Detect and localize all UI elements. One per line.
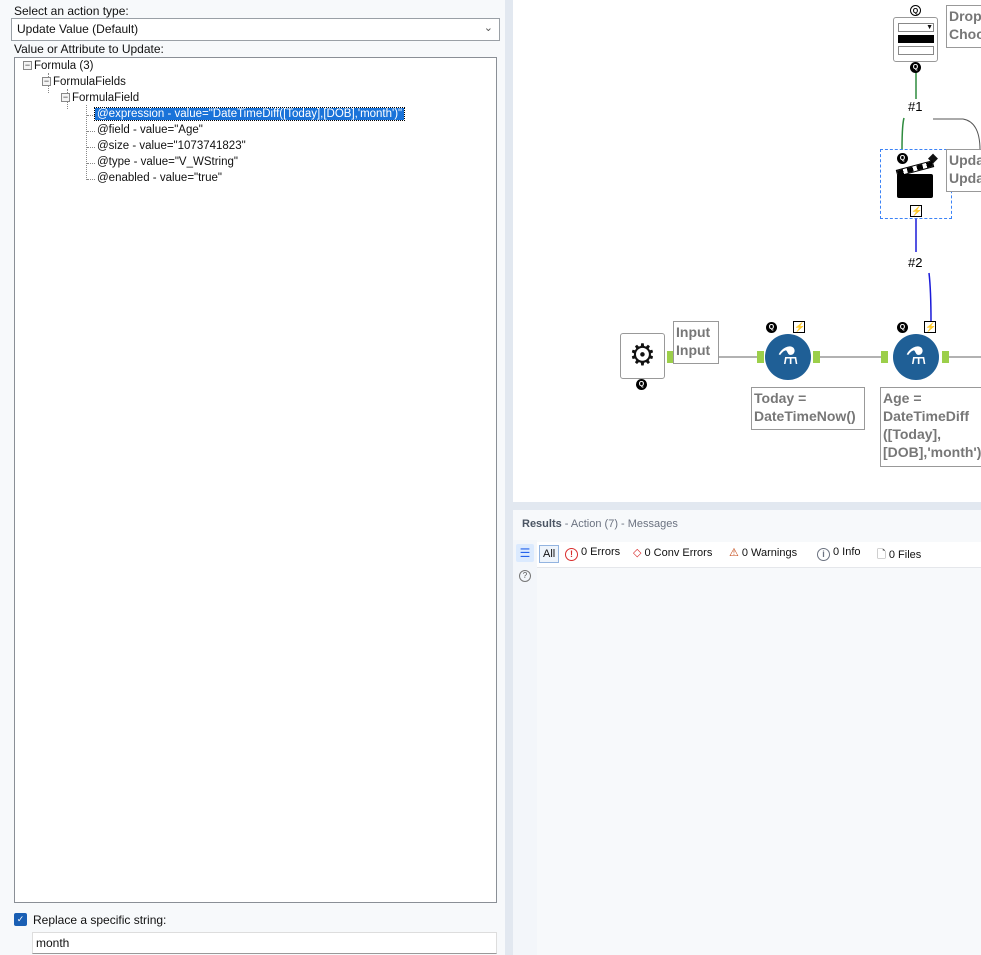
workflow-canvas[interactable]: Q ▼ Q Drop Choo #1 Q ◆ ⚡ Upda Upda #2 ⚙ … [513, 0, 981, 502]
question-anchor-icon: Q [636, 379, 647, 390]
filter-files-button[interactable]: 🗋 0 Files [877, 546, 921, 565]
connection-label-2: #2 [908, 255, 923, 270]
output-anchor[interactable] [813, 351, 820, 363]
bolt-anchor-icon: ⚡ [910, 205, 923, 217]
conv-errors-count: 0 Conv Errors [644, 547, 713, 559]
input-annotation: Input Input [673, 321, 719, 364]
action-type-value: Update Value (Default) [17, 22, 139, 36]
action-annotation: Upda Upda [946, 149, 981, 192]
question-anchor-icon: Q [910, 5, 921, 16]
filter-errors-button[interactable]: ! 0 Errors [565, 546, 620, 561]
errors-count: 0 Errors [581, 546, 621, 558]
tree-leaf-expression[interactable]: @expression - value="DateTimeDiff([Today… [93, 107, 406, 121]
info-icon: i [817, 548, 830, 561]
formula-tool-1[interactable]: ⚗ [765, 334, 811, 380]
results-filter-bar: All ! 0 Errors ◇ 0 Conv Errors ⚠ 0 Warnings… [537, 542, 981, 568]
results-sidebar: ☰ ? [513, 540, 537, 955]
filter-warnings-button[interactable]: ⚠ 0 Warnings [729, 546, 797, 559]
flask-icon: ⚗ [905, 343, 927, 370]
action-type-label: Select an action type: [14, 4, 129, 18]
action-type-select[interactable]: Update Value (Default) ⌄ [11, 18, 500, 41]
tree-node-formula[interactable]: − Formula (3) [23, 59, 93, 74]
tree-leaf-field[interactable]: @field - value="Age" [97, 123, 203, 138]
question-anchor-icon: Q [910, 62, 921, 73]
filter-conv-errors-button[interactable]: ◇ 0 Conv Errors [633, 546, 712, 559]
info-count: 0 Info [833, 546, 861, 558]
replace-string-label: Replace a specific string: [33, 913, 167, 927]
bolt-anchor-icon: ⚡ [924, 321, 937, 333]
value-attribute-label: Value or Attribute to Update: [14, 42, 164, 56]
collapse-icon[interactable]: − [42, 77, 51, 86]
input-anchor[interactable] [757, 351, 764, 363]
clapperboard-icon [897, 174, 933, 198]
tree-node-label: FormulaField [72, 92, 140, 104]
conv-error-icon: ◇ [633, 547, 642, 559]
output-anchor[interactable] [942, 351, 949, 363]
tree-node-label: Formula (3) [34, 60, 94, 72]
formula1-annotation: Today = DateTimeNow() [751, 387, 865, 430]
formula2-annotation: Age = DateTimeDiff ([Today], [DOB],'mont… [880, 387, 981, 467]
dropdown-tool[interactable]: ▼ [893, 17, 938, 62]
file-icon: 🗋 [877, 549, 886, 561]
configuration-panel: Select an action type: Update Value (Def… [0, 0, 505, 955]
replace-string-input[interactable]: month [32, 932, 497, 954]
results-subtitle: - Action (7) - Messages [561, 518, 678, 530]
collapse-icon[interactable]: − [61, 93, 70, 102]
action-tool[interactable]: Q ◆ ⚡ [880, 149, 952, 219]
filter-info-button[interactable]: i0 Info [817, 546, 861, 561]
question-anchor-icon: Q [897, 153, 908, 164]
bolt-anchor-icon: ⚡ [793, 321, 806, 333]
help-icon[interactable]: ? [519, 570, 531, 582]
files-count: 0 Files [888, 549, 922, 561]
flask-icon: ⚗ [777, 343, 799, 370]
horizontal-splitter[interactable] [513, 502, 981, 510]
vertical-splitter[interactable] [505, 0, 513, 955]
tree-node-label: FormulaFields [53, 76, 126, 88]
connection-label-1: #1 [908, 99, 923, 114]
attribute-tree[interactable]: − Formula (3) − FormulaFields − FormulaFiel… [14, 57, 497, 903]
macro-input-tool[interactable]: ⚙ [620, 333, 665, 379]
replace-string-checkbox[interactable]: ✓ [14, 913, 27, 926]
warnings-count: 0 Warnings [741, 547, 798, 559]
dropdown-annotation: Drop Choo [946, 5, 981, 48]
question-anchor-icon: Q [897, 322, 908, 333]
gear-arrow-icon: ⚙ [629, 339, 656, 372]
tree-node-formulafield[interactable]: − FormulaField [61, 91, 139, 106]
input-anchor[interactable] [881, 351, 888, 363]
filter-all-button[interactable]: All [539, 545, 560, 563]
formula-tool-2[interactable]: ⚗ [893, 334, 939, 380]
list-view-icon[interactable]: ☰ [516, 544, 534, 562]
collapse-icon[interactable]: − [23, 61, 32, 70]
tree-leaf-size[interactable]: @size - value="1073741823" [97, 139, 246, 154]
tree-leaf-enabled[interactable]: @enabled - value="true" [97, 171, 222, 186]
tree-node-formulafields[interactable]: − FormulaFields [42, 75, 126, 90]
results-messages-area [537, 568, 981, 955]
chevron-down-icon: ⌄ [483, 22, 493, 34]
warning-icon: ⚠ [729, 547, 739, 559]
results-panel: Results - Action (7) - Messages ☰ ? All … [513, 510, 981, 955]
results-header: Results - Action (7) - Messages [522, 518, 678, 530]
results-title: Results [522, 518, 562, 530]
tree-leaf-type[interactable]: @type - value="V_WString" [97, 155, 238, 170]
question-anchor-icon: Q [766, 322, 777, 333]
error-icon: ! [565, 548, 578, 561]
